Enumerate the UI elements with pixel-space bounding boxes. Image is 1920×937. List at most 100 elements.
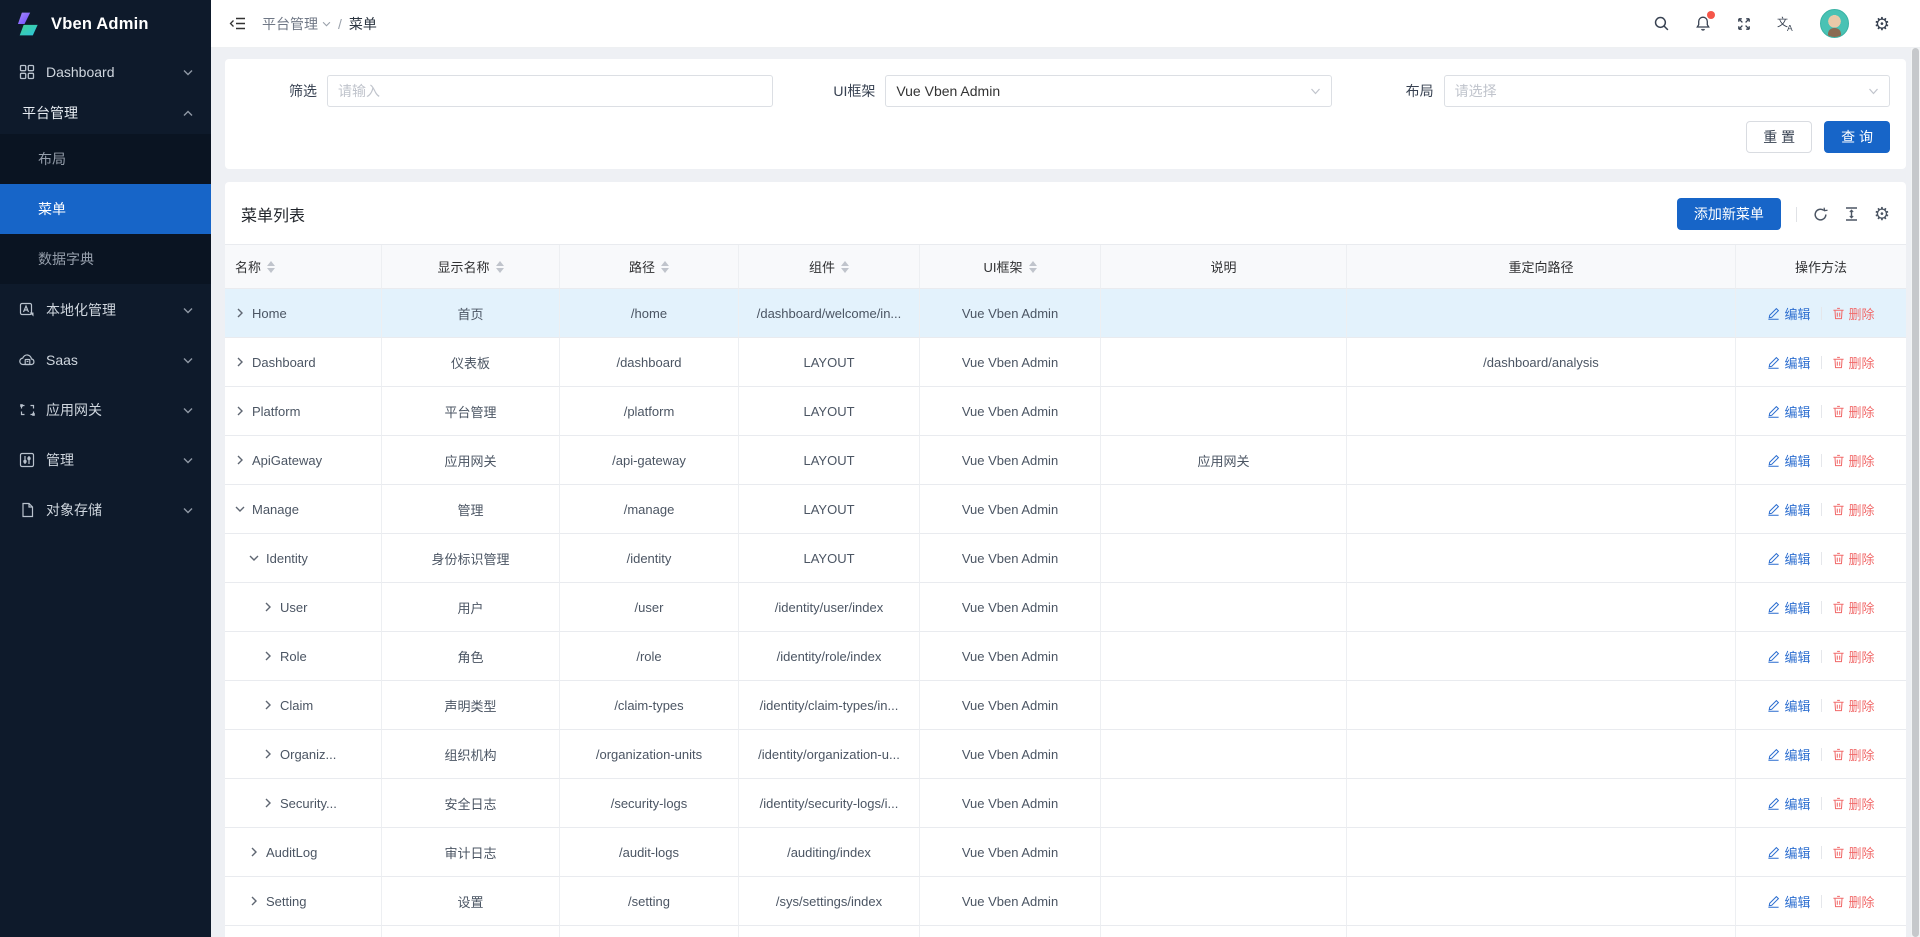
delete-button[interactable]: 删除 <box>1832 451 1875 470</box>
delete-button[interactable]: 删除 <box>1832 353 1875 372</box>
menu-name: ApiGateway <box>252 453 322 468</box>
edit-button[interactable]: 编辑 <box>1767 647 1810 666</box>
sidebar-item-platform-management[interactable]: 平台管理 <box>0 92 211 134</box>
edit-button[interactable]: 编辑 <box>1767 549 1810 568</box>
reset-button[interactable]: 重 置 <box>1746 121 1812 153</box>
delete-button[interactable]: 删除 <box>1832 843 1875 862</box>
sort-carets-icon[interactable] <box>496 261 504 273</box>
filter-label: UI框架 <box>799 81 885 101</box>
sort-carets-icon[interactable] <box>661 261 669 273</box>
redirect-cell <box>1347 583 1736 632</box>
delete-button[interactable]: 删除 <box>1832 745 1875 764</box>
edit-button[interactable]: 编辑 <box>1767 451 1810 470</box>
edit-button[interactable]: 编辑 <box>1767 598 1810 617</box>
delete-button[interactable]: 删除 <box>1832 647 1875 666</box>
search-icon[interactable] <box>1653 15 1670 32</box>
fullscreen-icon[interactable] <box>1736 16 1752 32</box>
table-body: Home 首页 /home /dashboard/welcome/in... V… <box>225 289 1906 937</box>
expand-row-icon[interactable] <box>263 651 273 661</box>
expand-row-icon[interactable] <box>235 308 245 318</box>
description-cell <box>1101 338 1347 387</box>
column-header-path[interactable]: 路径 <box>560 245 739 289</box>
sidebar-item-object-storage[interactable]: 对象存储 <box>0 490 211 530</box>
sidebar-item-manage[interactable]: 管理 <box>0 440 211 480</box>
sidebar-item-gateway[interactable]: 应用网关 <box>0 390 211 430</box>
delete-button[interactable]: 删除 <box>1832 794 1875 813</box>
expand-row-icon[interactable] <box>235 406 245 416</box>
delete-button[interactable]: 删除 <box>1832 500 1875 519</box>
edit-label: 编辑 <box>1784 745 1810 764</box>
refresh-icon[interactable] <box>1812 206 1829 223</box>
edit-button[interactable]: 编辑 <box>1767 843 1810 862</box>
menu-fold-icon[interactable] <box>229 16 246 31</box>
column-header-framework[interactable]: UI框架 <box>920 245 1101 289</box>
expand-row-icon[interactable] <box>263 798 273 808</box>
menu-name: Organiz... <box>280 747 336 762</box>
expand-row-icon[interactable] <box>263 749 273 759</box>
add-menu-button[interactable]: 添加新菜单 <box>1677 198 1781 230</box>
actions-cell: 编辑 删除 <box>1736 632 1906 681</box>
gear-icon[interactable]: ⚙ <box>1874 205 1890 223</box>
bell-icon[interactable] <box>1695 15 1711 32</box>
edit-button[interactable]: 编辑 <box>1767 353 1810 372</box>
name-cell: ApiGateway <box>225 436 382 485</box>
delete-button[interactable]: 删除 <box>1832 696 1875 715</box>
sidebar-subitem-data-dictionary[interactable]: 数据字典 <box>0 234 211 284</box>
pencil-icon <box>1767 601 1780 614</box>
sort-carets-icon[interactable] <box>267 261 275 273</box>
breadcrumb: 平台管理 / 菜单 <box>262 14 377 34</box>
translate-icon[interactable]: 文 A <box>1777 15 1795 32</box>
app-root: Vben Admin Dashboard 平台管理 <box>0 0 1920 937</box>
edit-button[interactable]: 编辑 <box>1767 696 1810 715</box>
expand-row-icon[interactable] <box>249 847 259 857</box>
delete-button[interactable]: 删除 <box>1832 549 1875 568</box>
ui-framework-cell: Vue Vben Admin <box>920 436 1101 485</box>
sidebar-item-dashboard[interactable]: Dashboard <box>0 52 211 92</box>
column-header-name[interactable]: 名称 <box>225 245 382 289</box>
sidebar-subitem-layout[interactable]: 布局 <box>0 134 211 184</box>
expand-row-icon[interactable] <box>235 357 245 367</box>
delete-label: 删除 <box>1849 353 1875 372</box>
edit-button[interactable]: 编辑 <box>1767 304 1810 323</box>
ui-framework-select[interactable]: Vue Vben Admin <box>885 75 1331 107</box>
edit-button[interactable]: 编辑 <box>1767 402 1810 421</box>
sort-carets-icon[interactable] <box>1029 261 1037 273</box>
edit-button[interactable]: 编辑 <box>1767 745 1810 764</box>
sidebar-subitem-menu[interactable]: 菜单 <box>0 184 211 234</box>
expand-row-icon[interactable] <box>263 700 273 710</box>
avatar[interactable] <box>1820 9 1849 38</box>
component-cell <box>739 926 920 937</box>
ui-framework-cell: Vue Vben Admin <box>920 338 1101 387</box>
breadcrumb-parent[interactable]: 平台管理 <box>262 14 331 34</box>
edit-button[interactable]: 编辑 <box>1767 500 1810 519</box>
action-divider <box>1821 748 1822 761</box>
expand-row-icon[interactable] <box>263 602 273 612</box>
sidebar-item-localization[interactable]: 本地化管理 <box>0 290 211 330</box>
expand-row-icon[interactable] <box>249 553 259 563</box>
edit-button[interactable]: 编辑 <box>1767 892 1810 911</box>
component-cell: LAYOUT <box>739 485 920 534</box>
scrollbar[interactable] <box>1911 48 1920 937</box>
ui-framework-cell: Vue Vben Admin <box>920 681 1101 730</box>
display-name-cell: 首页 <box>382 289 560 338</box>
brand[interactable]: Vben Admin <box>0 0 211 48</box>
search-button[interactable]: 查 询 <box>1824 121 1890 153</box>
layout-select[interactable]: 请选择 <box>1444 75 1890 107</box>
edit-button[interactable]: 编辑 <box>1767 794 1810 813</box>
sort-carets-icon[interactable] <box>841 261 849 273</box>
expand-row-icon[interactable] <box>235 504 245 514</box>
gear-icon[interactable]: ⚙ <box>1874 15 1890 33</box>
expand-row-icon[interactable] <box>235 455 245 465</box>
scrollbar-thumb[interactable] <box>1912 48 1919 937</box>
delete-button[interactable]: 删除 <box>1832 304 1875 323</box>
filter-keyword-input[interactable] <box>327 75 773 107</box>
delete-button[interactable]: 删除 <box>1832 598 1875 617</box>
delete-button[interactable]: 删除 <box>1832 402 1875 421</box>
column-header-redirect: 重定向路径 <box>1347 245 1736 289</box>
delete-button[interactable]: 删除 <box>1832 892 1875 911</box>
column-header-component[interactable]: 组件 <box>739 245 920 289</box>
row-height-icon[interactable] <box>1844 206 1859 222</box>
sidebar-item-saas[interactable]: Saas <box>0 340 211 380</box>
expand-row-icon[interactable] <box>249 896 259 906</box>
column-header-display[interactable]: 显示名称 <box>382 245 560 289</box>
